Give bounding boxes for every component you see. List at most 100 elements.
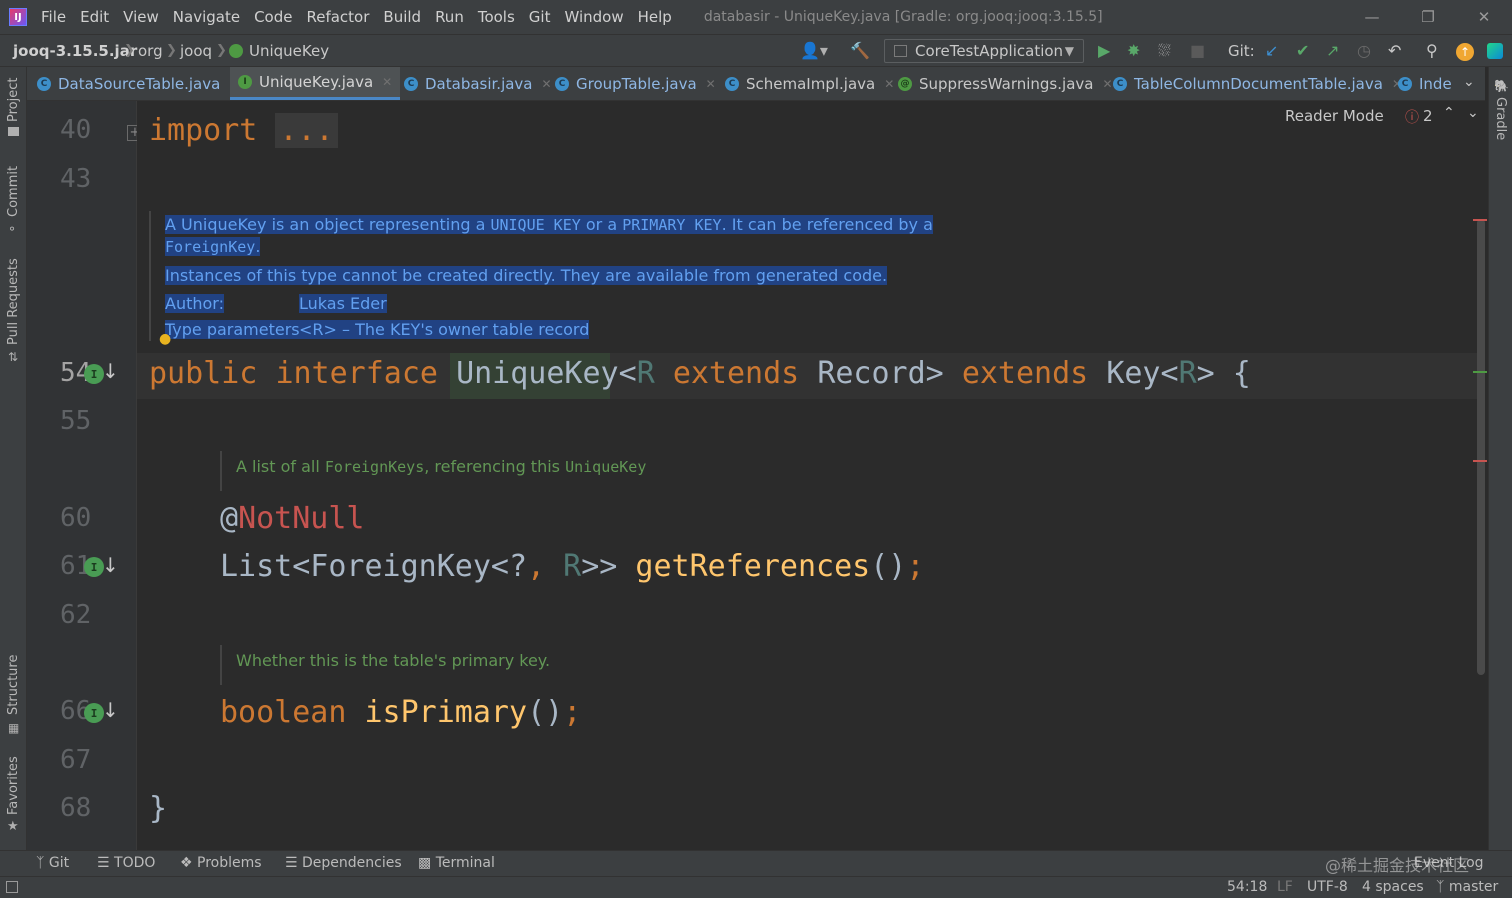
tabs-overflow-chevron-icon[interactable]: ⌄ [1463,74,1475,90]
debug-icon[interactable]: ✸ [1127,41,1140,60]
git-tool-button[interactable]: ᛉ Git [36,855,69,871]
keyword: interface [275,356,438,391]
left-tool-strip: Project Commit ⚬ Pull Requests ⇅ Structu… [0,67,27,850]
commit-tool-button[interactable]: Commit [6,166,21,217]
menu-build[interactable]: Build [383,8,421,26]
folded-imports[interactable]: ... [275,113,338,148]
symbol: > { [1196,356,1251,391]
close-icon[interactable]: ✕ [1456,8,1512,26]
run-icon[interactable]: ▶ [1098,41,1110,60]
caret-position[interactable]: 54:18 [1227,879,1267,895]
menu-code[interactable]: Code [254,8,292,26]
menu-help[interactable]: Help [638,8,672,26]
structure-tool-button[interactable]: Structure [6,655,21,715]
close-tab-icon[interactable]: ✕ [884,77,894,91]
project-tool-button[interactable]: Project [6,78,21,122]
reader-mode-button[interactable]: Reader Mode [1285,107,1384,125]
doc-line-1: A UniqueKey is an object representing a … [165,215,933,234]
folder-icon [8,127,19,136]
build-hammer-icon[interactable]: 🔨 [850,41,870,60]
dependencies-tool-button[interactable]: ☰ Dependencies [285,855,402,871]
close-tab-icon[interactable]: ✕ [706,77,716,91]
layout-toggle-icon[interactable] [6,881,18,893]
next-error-icon[interactable]: ⌄ [1467,105,1479,121]
doc-typeparam-label: Type parameters: [165,320,306,339]
menu-git[interactable]: Git [529,8,551,26]
tab-inde[interactable]: C Inde [1398,67,1452,100]
coverage-icon[interactable]: ⛆ [1158,41,1171,61]
indent-setting[interactable]: 4 spaces [1362,879,1424,895]
rollback-icon[interactable]: ↶ [1388,41,1401,60]
tab-uniquekey[interactable]: I UniqueKey.java ✕ [230,67,401,100]
menu-run[interactable]: Run [435,8,464,26]
menu-tools[interactable]: Tools [478,8,515,26]
close-tab-icon[interactable]: ✕ [1102,77,1112,91]
error-icon[interactable]: ⓘ [1405,107,1419,127]
file-encoding[interactable]: UTF-8 [1307,879,1348,895]
line-number: 40 [60,115,92,145]
vertical-scrollbar[interactable] [1477,219,1485,675]
breadcrumb-jar[interactable]: jooq-3.15.5.jar [13,42,137,60]
favorites-tool-button[interactable]: Favorites [6,756,21,815]
lightbulb-icon[interactable]: ● [159,331,171,347]
git-push-icon[interactable]: ↗ [1326,41,1339,60]
problems-label: Problems [197,855,262,871]
terminal-tool-button[interactable]: ▩ Terminal [418,855,495,871]
tab-label: TableColumnDocumentTable.java [1134,74,1383,93]
doc-text: . It can be referenced by a [721,215,933,234]
stop-icon[interactable]: ■ [1190,41,1205,60]
gradle-tool-button[interactable]: Gradle [1493,97,1508,140]
error-marker[interactable] [1473,219,1487,221]
problems-tool-button[interactable]: ❖ Problems [180,855,262,871]
tab-suppresswarnings[interactable]: @ SuppressWarnings.java ✕ [898,67,1113,100]
menu-file[interactable]: File [41,8,66,26]
symbol: >> [581,549,636,584]
menu-refactor[interactable]: Refactor [306,8,369,26]
run-configuration-select[interactable]: CoreTestApplication ▼ [884,39,1084,63]
tab-schemaimpl[interactable]: C SchemaImpl.java ✕ [725,67,894,100]
git-commit-icon[interactable]: ✔ [1296,41,1309,60]
close-tab-icon[interactable]: ✕ [382,75,392,89]
tab-datasourcetable[interactable]: CDataSourceTable.java✕ [37,67,239,100]
git-history-icon[interactable]: ◷ [1357,41,1371,60]
keyword: public [149,356,258,391]
code-editor[interactable]: Reader Mode ⓘ 2 ⌃ ⌄ import ... A UniqueK… [137,101,1488,850]
user-icon[interactable]: 👤▾ [800,41,828,60]
tab-tablecolumndocumenttable[interactable]: C TableColumnDocumentTable.java ✕ [1113,67,1402,100]
close-tab-icon[interactable]: ✕ [542,77,552,91]
search-icon[interactable]: ⚲ [1426,41,1438,60]
keyword-import: import [149,113,258,148]
menu-window[interactable]: Window [564,8,623,26]
breadcrumb-org[interactable]: org [138,42,163,60]
previous-error-icon[interactable]: ⌃ [1443,105,1455,121]
menu-edit[interactable]: Edit [80,8,109,26]
keyword: extends [961,356,1089,391]
doc-code: UniqueKey [565,458,647,476]
implemented-icon[interactable]: I [84,364,104,384]
pull-requests-tool-button[interactable]: Pull Requests [6,258,21,345]
implemented-icon[interactable]: I [84,703,104,723]
type-name: Record> [817,356,944,391]
implemented-icon[interactable]: I [84,557,104,577]
doc-line-2: ForeignKey. [165,237,261,256]
restore-icon[interactable]: ❐ [1400,8,1456,26]
git-branch[interactable]: ᛉ master [1436,879,1498,895]
git-label: Git: [1228,42,1255,60]
toolbox-icon[interactable] [1487,43,1503,59]
breadcrumb-class[interactable]: UniqueKey [229,42,329,60]
type-param: R [1178,356,1197,391]
menu-navigate[interactable]: Navigate [173,8,240,26]
menu-view[interactable]: View [123,8,159,26]
breadcrumb-jooq[interactable]: jooq [180,42,212,60]
update-icon[interactable]: ↑ [1456,43,1474,61]
error-marker[interactable] [1473,460,1487,462]
line-separator[interactable]: LF [1277,879,1293,895]
annotation-icon: @ [898,76,912,91]
git-update-icon[interactable]: ↙ [1265,41,1278,60]
error-count[interactable]: 2 [1423,107,1433,125]
commit-icon: ⚬ [7,222,18,236]
tab-databasir[interactable]: C Databasir.java ✕ [404,67,552,100]
minimize-icon[interactable]: — [1344,8,1400,26]
todo-tool-button[interactable]: ☰ TODO [97,855,155,871]
tab-grouptable[interactable]: C GroupTable.java ✕ [555,67,716,100]
